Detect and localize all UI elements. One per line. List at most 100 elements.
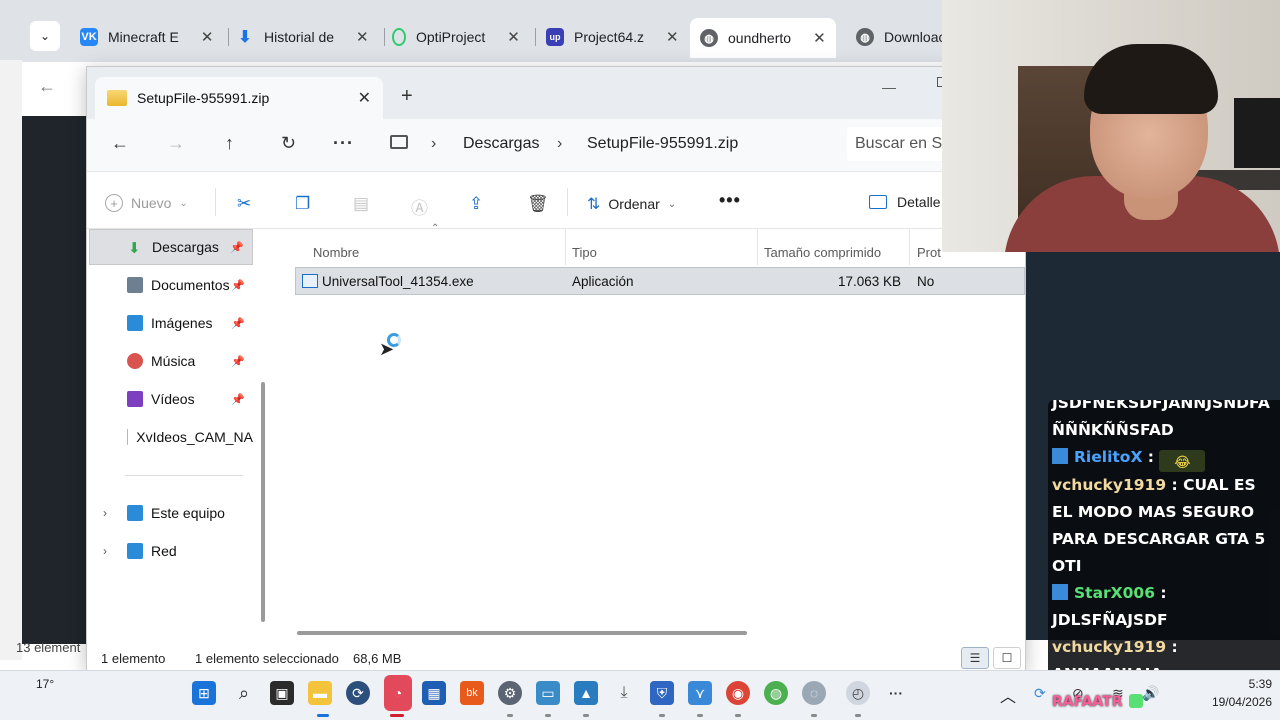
pin-icon[interactable]: 📌 bbox=[231, 355, 245, 368]
column-header-name[interactable]: Nombre bbox=[313, 245, 359, 260]
pin-icon[interactable]: 📌 bbox=[231, 317, 245, 330]
browser-tab-5-active[interactable]: ◍ oundherto ✕ bbox=[690, 18, 836, 58]
volume-icon[interactable]: 🔊 bbox=[1142, 685, 1159, 702]
table-row[interactable]: UniversalTool_41354.exe Aplicación 17.06… bbox=[295, 267, 1025, 295]
globe-app-icon[interactable]: ◍ bbox=[764, 681, 788, 705]
close-icon[interactable]: ✕ bbox=[813, 29, 826, 47]
share-icon[interactable]: ⇪ bbox=[469, 194, 483, 214]
chevron-right-icon[interactable]: › bbox=[431, 135, 436, 153]
rename-icon[interactable]: Ⓐ bbox=[411, 194, 428, 219]
browser-tab-strip: ⌄ VK Minecraft E ✕ ⬇ Historial de ✕ Opti… bbox=[0, 0, 950, 62]
tool-icon[interactable]: ◌ bbox=[802, 681, 826, 705]
sidebar-item-videos[interactable]: Vídeos 📌 bbox=[89, 381, 253, 417]
close-icon[interactable]: ✕ bbox=[356, 28, 369, 46]
task-view-icon[interactable]: ▣ bbox=[270, 681, 294, 705]
browser-tab-4[interactable]: up Project64.z ✕ bbox=[536, 22, 689, 52]
minimize-button[interactable]: — bbox=[882, 79, 896, 95]
tab-search-dropdown[interactable]: ⌄ bbox=[30, 21, 60, 51]
chrome-icon[interactable]: ◉ bbox=[726, 681, 750, 705]
horizontal-scrollbar[interactable] bbox=[297, 631, 747, 635]
sidebar-scrollbar[interactable] bbox=[261, 382, 265, 622]
column-divider[interactable] bbox=[757, 229, 758, 265]
download-tray-icon[interactable]: ⤓ bbox=[612, 681, 636, 705]
browser-tab-6[interactable]: ◍ Downloac bbox=[846, 22, 955, 52]
breadcrumb-zip[interactable]: SetupFile-955991.zip bbox=[587, 135, 738, 153]
sidebar-item-descargas[interactable]: ⬇ Descargas 📌 bbox=[89, 229, 253, 265]
sidebar-item-este-equipo[interactable]: › Este equipo bbox=[89, 495, 253, 531]
forward-arrow-icon[interactable]: → bbox=[167, 133, 185, 154]
search-icon[interactable]: ⌕ bbox=[232, 681, 256, 705]
chevron-right-icon[interactable]: › bbox=[103, 506, 107, 520]
refresh-icon[interactable]: ↻ bbox=[281, 133, 296, 154]
new-button[interactable]: + Nuevo ⌄ bbox=[105, 194, 188, 212]
sort-button[interactable]: ⇅ Ordenar ⌄ bbox=[587, 194, 676, 214]
column-divider[interactable] bbox=[909, 229, 910, 265]
delete-icon[interactable]: 🗑 bbox=[527, 194, 549, 214]
edge-icon[interactable]: ◔ bbox=[384, 675, 412, 711]
chat-message: ÑÑÑKÑÑSFAD bbox=[1052, 417, 1276, 444]
tiles-view-button[interactable]: ☐ bbox=[993, 647, 1021, 669]
browser-tab-3[interactable]: OptiProject ✕ bbox=[382, 22, 536, 52]
close-icon[interactable]: ✕ bbox=[666, 28, 679, 46]
vpn-icon[interactable]: ⋎ bbox=[688, 681, 712, 705]
sidebar-item-label: Vídeos bbox=[151, 391, 195, 407]
chevron-down-icon: ⌄ bbox=[667, 198, 677, 210]
system-clock[interactable]: 5:39 19/04/2026 bbox=[1182, 675, 1272, 711]
chevron-right-icon[interactable]: › bbox=[103, 544, 107, 558]
paste-icon[interactable]: ▤ bbox=[353, 194, 369, 214]
new-tab-button[interactable]: + bbox=[401, 85, 413, 108]
store-icon[interactable]: ▦ bbox=[422, 681, 446, 705]
pin-icon[interactable]: 📌 bbox=[231, 279, 245, 292]
app-icon[interactable]: ⟳ bbox=[346, 681, 370, 705]
start-icon[interactable]: ⊞ bbox=[192, 681, 216, 705]
close-tab-icon[interactable]: ✕ bbox=[358, 88, 371, 108]
sidebar-item-musica[interactable]: Música 📌 bbox=[89, 343, 253, 379]
browser-tab-2[interactable]: ⬇ Historial de ✕ bbox=[226, 22, 385, 52]
file-type: Aplicación bbox=[572, 274, 634, 289]
cut-icon[interactable]: ✂ bbox=[237, 194, 251, 214]
bk-icon[interactable]: bk bbox=[460, 681, 484, 705]
up-arrow-icon[interactable]: ↑ bbox=[225, 133, 234, 154]
details-view-button[interactable]: ☰ bbox=[961, 647, 989, 669]
file-size: 17.063 KB bbox=[838, 274, 902, 289]
pin-icon[interactable]: 📌 bbox=[230, 241, 244, 254]
column-header-type[interactable]: Tipo bbox=[572, 245, 597, 260]
column-header-compressed-size[interactable]: Tamaño comprimido bbox=[764, 245, 881, 260]
explorer-tab[interactable]: SetupFile-955991.zip ✕ bbox=[95, 77, 383, 119]
column-header-protected[interactable]: Prot bbox=[917, 245, 941, 260]
clock-app-icon[interactable]: ◴ bbox=[846, 681, 870, 705]
more-icon[interactable]: ··· bbox=[333, 133, 354, 154]
image-app-icon[interactable]: ▲ bbox=[574, 681, 598, 705]
screen-icon[interactable]: ▭ bbox=[536, 681, 560, 705]
copy-icon[interactable]: ❐ bbox=[295, 194, 310, 214]
browser-tab-1[interactable]: VK Minecraft E ✕ bbox=[70, 22, 230, 52]
settings-gear-icon[interactable]: ⚙ bbox=[498, 681, 522, 705]
close-icon[interactable]: ✕ bbox=[507, 28, 520, 46]
divider bbox=[215, 188, 216, 216]
file-explorer-icon[interactable]: ▬ bbox=[308, 681, 332, 705]
overflow-icon[interactable]: ··· bbox=[884, 681, 908, 705]
sidebar-divider bbox=[125, 475, 243, 476]
computer-icon[interactable] bbox=[390, 135, 408, 149]
close-icon[interactable]: ✕ bbox=[201, 28, 214, 46]
stream-chat: JSDFNEKSDFJANNJSNDFA ÑÑÑKÑÑSFAD RielitoX… bbox=[1048, 400, 1280, 694]
chevron-up-icon[interactable]: ︿ bbox=[1000, 683, 1016, 707]
column-divider[interactable] bbox=[565, 229, 566, 265]
sidebar-item-imagenes[interactable]: Imágenes 📌 bbox=[89, 305, 253, 341]
breadcrumb-descargas[interactable]: Descargas bbox=[463, 135, 539, 153]
sync-icon[interactable]: ⟳ bbox=[1034, 685, 1046, 702]
browser-back-icon[interactable]: ← bbox=[38, 76, 56, 97]
weather-widget[interactable]: 17° bbox=[36, 677, 54, 691]
pin-icon[interactable]: 📌 bbox=[231, 393, 245, 406]
sidebar-item-documentos[interactable]: Documentos 📌 bbox=[89, 267, 253, 303]
back-arrow-icon[interactable]: ← bbox=[111, 133, 129, 154]
chevron-right-icon[interactable]: › bbox=[557, 135, 562, 153]
sidebar-item-red[interactable]: › Red bbox=[89, 533, 253, 569]
running-indicator bbox=[545, 714, 551, 717]
sidebar-item-folder[interactable]: XvIdeos_CAM_NA bbox=[89, 419, 253, 455]
shield-icon[interactable]: ⛨ bbox=[650, 681, 674, 705]
more-options-icon[interactable]: ••• bbox=[719, 190, 741, 211]
plus-icon: + bbox=[105, 194, 123, 212]
details-pane-button[interactable]: Detalle bbox=[869, 194, 941, 210]
badge-icon bbox=[1128, 694, 1143, 708]
